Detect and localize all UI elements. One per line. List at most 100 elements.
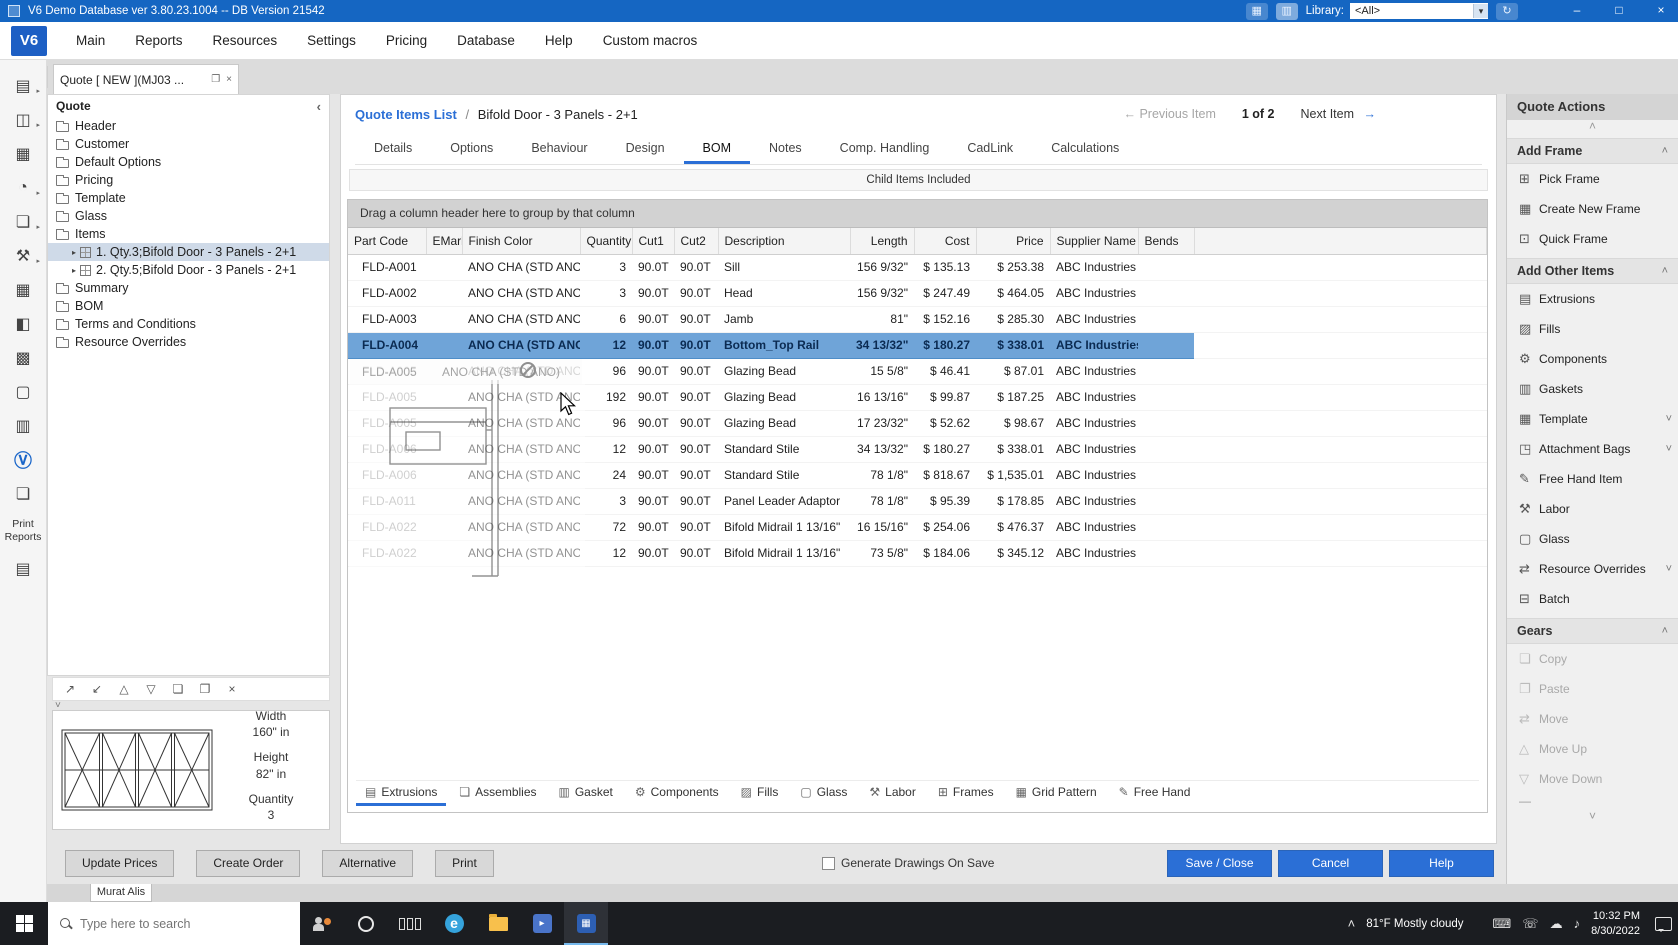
table-row[interactable]: FLD-A005ANO CHA (STD ANO)19290.0T90.0TGl… <box>348 384 1487 410</box>
section-add-frame[interactable]: Add Frame˄ <box>1507 138 1678 164</box>
action-create-new-frame[interactable]: ▦Create New Frame <box>1507 194 1678 224</box>
table-row[interactable]: FLD-A006ANO CHA (STD ANO)1290.0T90.0TSta… <box>348 436 1487 462</box>
chevron-down-icon[interactable]: ˅ <box>1666 563 1672 575</box>
tree-item-header[interactable]: Header <box>48 117 329 135</box>
mirror-icon[interactable]: ▽ <box>142 680 160 698</box>
table-row[interactable]: FLD-A001ANO CHA (STD ANO)390.0T90.0TSill… <box>348 254 1487 280</box>
scroll-up-icon[interactable]: ˄ <box>1507 120 1678 134</box>
chevron-right-icon[interactable]: ▸ <box>72 248 76 257</box>
touch-keyboard-icon[interactable]: ⌨ <box>1493 916 1512 932</box>
action-glass[interactable]: ▢Glass <box>1507 524 1678 554</box>
action-labor[interactable]: ⚒Labor <box>1507 494 1678 524</box>
close-button[interactable]: × <box>1644 0 1678 22</box>
settings-grid-icon[interactable]: ▩ <box>5 344 41 371</box>
taskbar-explorer-icon[interactable] <box>476 902 520 945</box>
table-row[interactable]: FLD-A004ANO CHA (STD ANO)1290.0T90.0TBot… <box>348 332 1487 358</box>
menu-resources[interactable]: Resources <box>198 22 293 60</box>
tools-icon[interactable]: ⚒▸ <box>5 242 41 269</box>
printer-icon[interactable]: ▤ <box>5 555 41 582</box>
phone-icon[interactable]: ☏ <box>1522 916 1538 932</box>
footer-button-alternative[interactable]: Alternative <box>322 850 413 877</box>
menu-reports[interactable]: Reports <box>120 22 197 60</box>
tree-item-default-options[interactable]: Default Options <box>48 153 329 171</box>
reports-icon[interactable]: ◧ <box>5 310 41 337</box>
column-header-length[interactable]: Length <box>850 228 914 254</box>
menu-database[interactable]: Database <box>442 22 530 60</box>
tree-item-items[interactable]: Items <box>48 225 329 243</box>
bottom-tab-assemblies[interactable]: ❏Assemblies <box>450 781 545 806</box>
table-row[interactable]: FLD-A003ANO CHA (STD ANO)690.0T90.0TJamb… <box>348 306 1487 332</box>
column-header-cut2[interactable]: Cut2 <box>674 228 718 254</box>
column-header-emark[interactable]: EMark <box>426 228 462 254</box>
tab-options[interactable]: Options <box>431 135 512 164</box>
restore-tab-icon[interactable]: ❐ <box>211 74 220 85</box>
volume-icon[interactable]: ♪ <box>1574 916 1581 932</box>
action-free-hand-item[interactable]: ✎Free Hand Item <box>1507 464 1678 494</box>
close-tab-icon[interactable]: × <box>226 74 232 85</box>
footer-button-create-order[interactable]: Create Order <box>196 850 300 877</box>
group-by-bar[interactable]: Drag a column header here to group by th… <box>348 200 1487 228</box>
column-header-supplier-name[interactable]: Supplier Name <box>1050 228 1138 254</box>
menu-help[interactable]: Help <box>530 22 588 60</box>
action-extrusions[interactable]: ▤Extrusions <box>1507 284 1678 314</box>
paste-icon[interactable]: ❐ <box>196 680 214 698</box>
column-header-finish-color[interactable]: Finish Color <box>462 228 580 254</box>
table-row[interactable]: FLD-A022ANO CHA (STD ANO)1290.0T90.0TBif… <box>348 540 1487 566</box>
new-quote-icon[interactable]: ▤▸ <box>5 72 41 99</box>
chevron-up-icon[interactable]: ˄ <box>1662 145 1668 157</box>
tab-bom[interactable]: BOM <box>684 135 750 164</box>
generate-drawings-checkbox[interactable] <box>822 857 835 870</box>
flip-vertical-icon[interactable]: △ <box>115 680 133 698</box>
tab-comp-handling[interactable]: Comp. Handling <box>821 135 949 164</box>
chevron-right-icon[interactable]: ▸ <box>72 266 76 275</box>
action-pick-frame[interactable]: ⊞Pick Frame <box>1507 164 1678 194</box>
chevron-up-icon[interactable]: ˄ <box>1662 265 1668 277</box>
next-item-button[interactable]: Next Item → <box>1301 107 1376 121</box>
breadcrumb-link[interactable]: Quote Items List <box>355 107 457 122</box>
bottom-tab-fills[interactable]: ▨Fills <box>732 781 788 806</box>
bottom-tab-components[interactable]: ⚙Components <box>626 781 728 806</box>
footer-button-cancel[interactable]: Cancel <box>1278 850 1383 877</box>
taskbar-cortana-icon[interactable] <box>344 902 388 945</box>
bottom-tab-extrusions[interactable]: ▤Extrusions <box>356 781 446 806</box>
taskbar-search[interactable] <box>48 902 300 945</box>
tree-item-customer[interactable]: Customer <box>48 135 329 153</box>
section-gears[interactable]: Gears˄ <box>1507 618 1678 644</box>
action-template[interactable]: ▦Template˅ <box>1507 404 1678 434</box>
column-header-cost[interactable]: Cost <box>914 228 976 254</box>
weather-widget[interactable]: 81°F Mostly cloudy <box>1366 918 1463 930</box>
action-batch[interactable]: ⊟Batch <box>1507 584 1678 614</box>
v6-badge-icon[interactable]: Ⓥ <box>5 446 41 473</box>
titlebar-panel-icon[interactable]: ▥ <box>1276 3 1298 20</box>
chevron-down-icon[interactable]: ˅ <box>1666 443 1672 455</box>
tree-item-bom[interactable]: BOM <box>48 297 329 315</box>
section-add-other-items[interactable]: Add Other Items˄ <box>1507 258 1678 284</box>
action-attachment-bags[interactable]: ◳Attachment Bags˅ <box>1507 434 1678 464</box>
library-dropdown[interactable]: <All> ▾ <box>1350 3 1488 19</box>
tab-notes[interactable]: Notes <box>750 135 821 164</box>
taskbar-taskview-icon[interactable] <box>388 902 432 945</box>
tab-design[interactable]: Design <box>607 135 684 164</box>
table-row[interactable]: FLD-A011ANO CHA (STD ANO)390.0T90.0TPane… <box>348 488 1487 514</box>
tree-item-2-qty-5-bifold-door-3-panels-2-1[interactable]: ▸2. Qty.5;Bifold Door - 3 Panels - 2+1 <box>48 261 329 279</box>
column-header-quantity[interactable]: Quantity <box>580 228 632 254</box>
tree-item-resource-overrides[interactable]: Resource Overrides <box>48 333 329 351</box>
action-quick-frame[interactable]: ⊡Quick Frame <box>1507 224 1678 254</box>
chevron-up-icon[interactable]: ˄ <box>1662 625 1668 637</box>
tab-details[interactable]: Details <box>355 135 431 164</box>
pricing-icon[interactable]: ◔▸ <box>5 174 41 201</box>
onedrive-icon[interactable]: ☁ <box>1550 916 1563 932</box>
export-icon[interactable]: ❏ <box>5 480 41 507</box>
tree-item-pricing[interactable]: Pricing <box>48 171 329 189</box>
pan-up-right-icon[interactable]: ↗ <box>61 680 79 698</box>
pan-down-left-icon[interactable]: ↙ <box>88 680 106 698</box>
tray-expand-icon[interactable]: ˄ <box>1348 916 1356 931</box>
documents-icon[interactable]: ❏▸ <box>5 208 41 235</box>
action-gaskets[interactable]: ▥Gaskets <box>1507 374 1678 404</box>
column-header-part-code[interactable]: Part Code <box>348 228 426 254</box>
bottom-tab-labor[interactable]: ⚒Labor <box>860 781 924 806</box>
copy-icon[interactable]: ❏ <box>169 680 187 698</box>
bottom-tab-free-hand[interactable]: ✎Free Hand <box>1110 781 1200 806</box>
previous-item-button[interactable]: ← Previous Item <box>1123 107 1215 121</box>
titlebar-grid-icon[interactable]: ▦ <box>1246 3 1268 20</box>
